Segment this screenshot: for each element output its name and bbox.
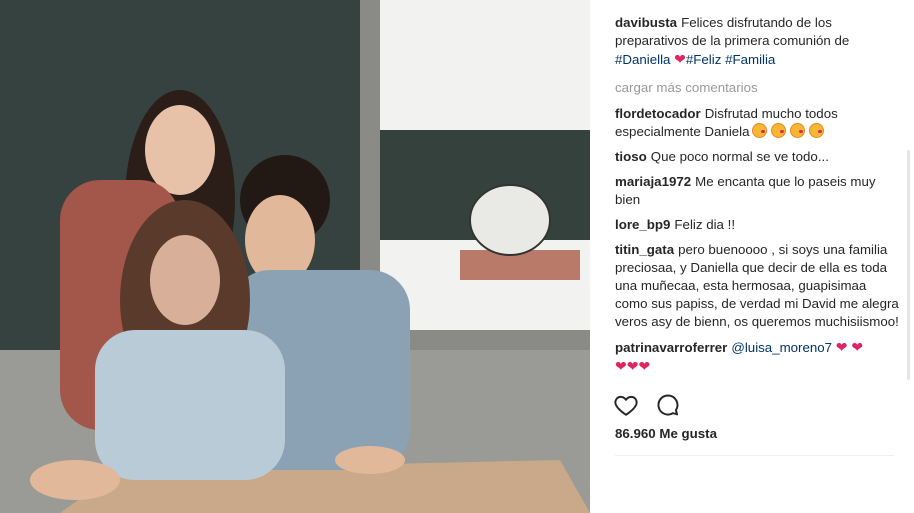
heart-outline-icon[interactable] (613, 392, 639, 418)
comment: titin_gata pero buenoooo , si soys una fa… (615, 241, 901, 331)
comment-username[interactable]: flordetocador (615, 106, 701, 121)
comment: tioso Que poco normal se ve todo... (615, 148, 901, 166)
kiss-emoji-icon (751, 123, 767, 138)
post-photo[interactable] (0, 0, 590, 513)
hashtag-familia[interactable]: #Familia (725, 52, 775, 67)
hashtag-feliz[interactable]: #Feliz (686, 52, 721, 67)
comment-username[interactable]: mariaja1972 (615, 174, 691, 189)
comments-panel: davibusta Felices disfrutando de los prep… (590, 0, 914, 513)
mention-link[interactable]: @luisa_moreno7 (731, 340, 832, 355)
comment-bubble-icon[interactable] (655, 392, 681, 418)
heart-emoji-icon: ❤ (674, 51, 686, 67)
load-more-comments-link[interactable]: cargar más comentarios (615, 79, 901, 97)
action-bar (613, 392, 681, 418)
comment: lore_bp9 Feliz dia !! (615, 216, 901, 234)
caption: davibusta Felices disfrutando de los prep… (615, 14, 901, 69)
kiss-emoji-icon (808, 123, 824, 138)
comment: flordetocador Disfrutad mucho todos espec… (615, 105, 901, 141)
likes-count[interactable]: 86.960 Me gusta (615, 426, 717, 441)
comment-username[interactable]: titin_gata (615, 242, 674, 257)
hashtag-daniella[interactable]: #Daniella (615, 52, 670, 67)
comment: mariaja1972 Me encanta que lo paseis muy … (615, 173, 901, 209)
comment: patrinavarroferrer @luisa_moreno7 ❤ ❤ ❤❤❤ (615, 338, 901, 376)
kiss-emoji-icon (770, 123, 786, 138)
comment-username[interactable]: patrinavarroferrer (615, 340, 727, 355)
heart-emoji-icon: ❤ ❤ (835, 339, 864, 355)
comment-text: Que poco normal se ve todo... (650, 149, 829, 164)
kiss-emoji-icon (789, 123, 805, 138)
comments-scrollbar[interactable] (907, 150, 910, 380)
comments-list: davibusta Felices disfrutando de los prep… (615, 14, 901, 386)
photo-illustration (0, 0, 590, 513)
heart-emoji-icon: ❤❤❤ (615, 358, 651, 374)
divider (615, 455, 894, 456)
comment-username[interactable]: tioso (615, 149, 647, 164)
comment-text: Feliz dia !! (674, 217, 736, 232)
caption-username[interactable]: davibusta (615, 15, 677, 30)
comment-username[interactable]: lore_bp9 (615, 217, 670, 232)
